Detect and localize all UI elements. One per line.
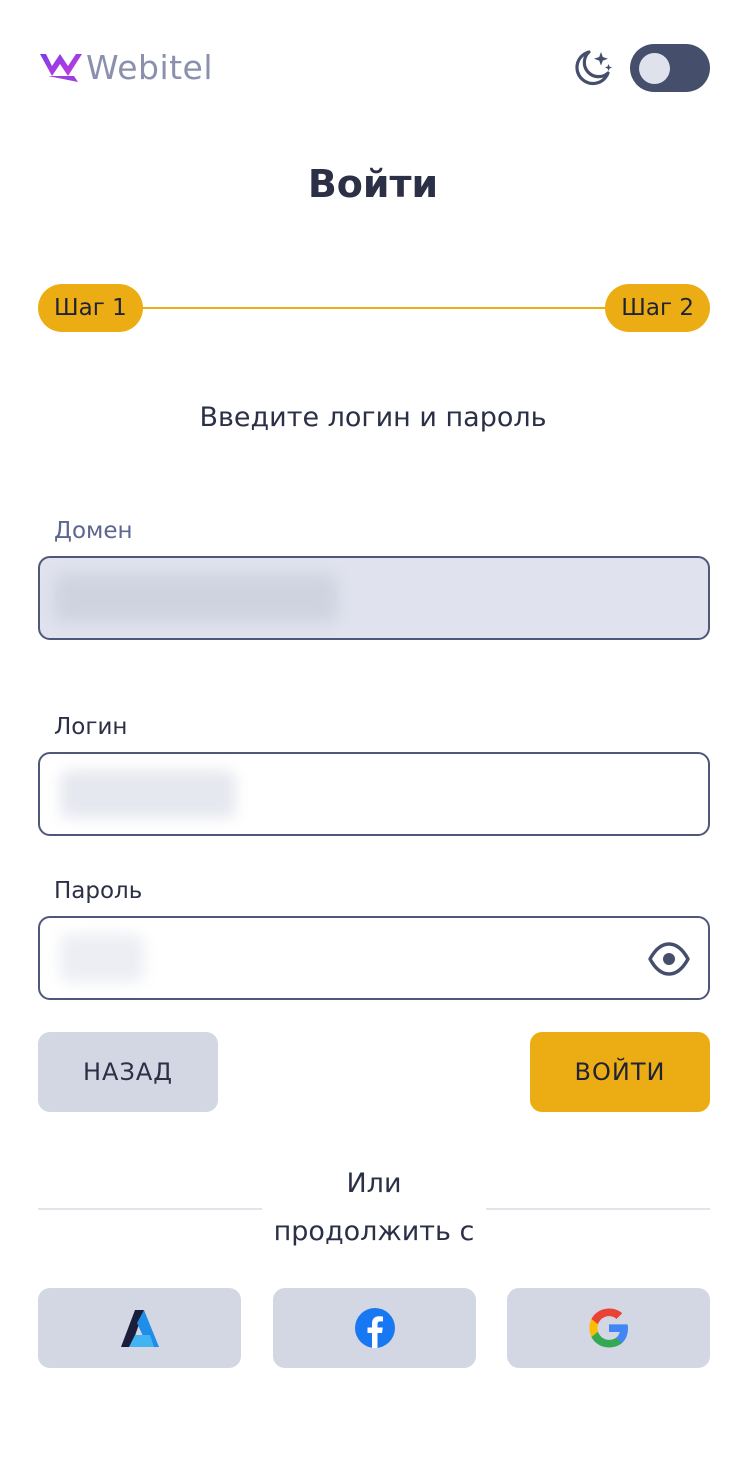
toggle-knob <box>639 53 670 84</box>
logo-text: Webitel <box>86 47 214 87</box>
page-title: Войти <box>307 162 439 206</box>
show-password-eye-icon[interactable] <box>648 940 690 978</box>
login-button[interactable]: ВОЙТИ <box>530 1032 710 1112</box>
step-1-badge: Шаг 1 <box>38 284 143 332</box>
domain-field[interactable] <box>38 556 710 640</box>
theme-switcher <box>570 44 710 92</box>
domain-label: Домен <box>54 518 133 544</box>
stepper-line <box>128 307 620 309</box>
webitel-logo: Webitel <box>38 46 213 88</box>
divider-text: Или продолжить с <box>273 1168 475 1247</box>
login-label: Логин <box>54 714 128 740</box>
google-login-button[interactable] <box>507 1288 710 1368</box>
back-button[interactable]: НАЗАД <box>38 1032 218 1112</box>
login-stepper: Шаг 1 Шаг 2 <box>38 284 710 332</box>
webitel-logo-icon <box>40 54 82 82</box>
login-field[interactable] <box>38 752 710 836</box>
form-subtitle: Введите логин и пароль <box>199 402 547 433</box>
login-value-redacted <box>60 770 236 818</box>
password-field[interactable] <box>38 916 710 1000</box>
moon-stars-icon <box>575 50 612 86</box>
divider-right <box>486 1208 710 1210</box>
facebook-icon <box>354 1308 395 1348</box>
divider-left <box>38 1208 262 1210</box>
azure-icon <box>120 1310 159 1347</box>
password-label: Пароль <box>54 878 143 904</box>
facebook-login-button[interactable] <box>273 1288 476 1368</box>
step-2-badge: Шаг 2 <box>605 284 710 332</box>
domain-value-redacted <box>54 574 338 622</box>
google-icon <box>588 1308 628 1348</box>
azure-login-button[interactable] <box>38 1288 241 1368</box>
password-value-redacted <box>60 934 144 982</box>
theme-toggle[interactable] <box>630 44 710 92</box>
